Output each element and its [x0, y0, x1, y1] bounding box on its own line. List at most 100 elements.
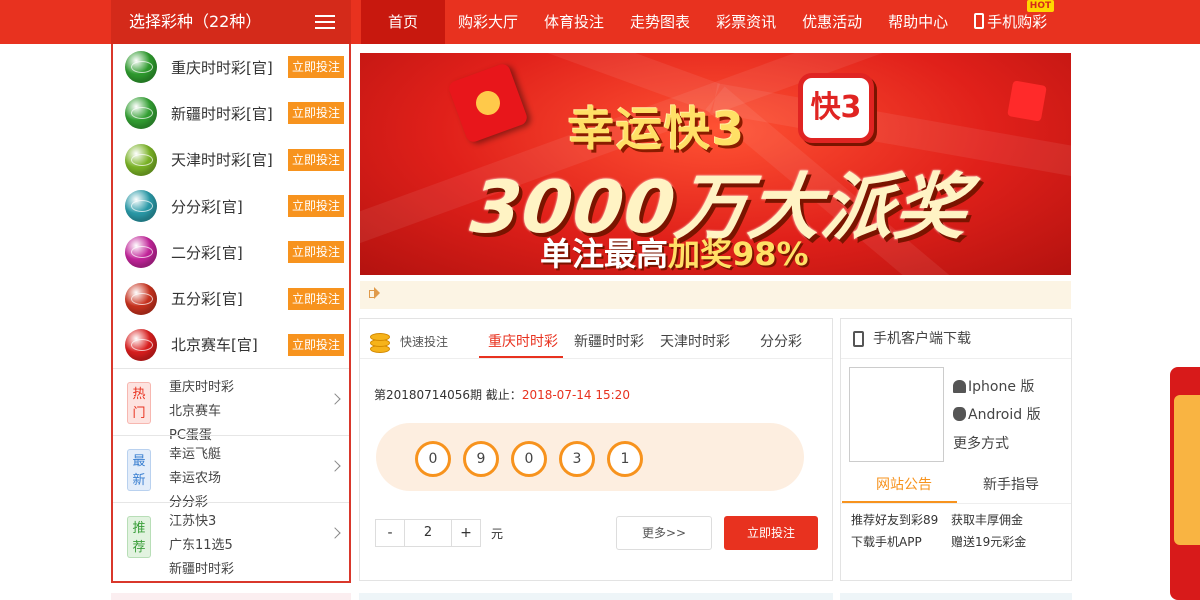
bet-now-button[interactable]: 立即投注	[287, 195, 344, 218]
bet-now-button[interactable]: 立即投注	[287, 287, 344, 310]
main-nav: 首页 购彩大厅 体育投注 走势图表 彩票资讯 优惠活动 帮助中心 手机购彩 HO…	[361, 0, 1060, 44]
deadline-time: 2018-07-14 15:20	[521, 388, 630, 402]
dice-logo-icon: 快3	[798, 73, 874, 143]
category-link[interactable]: 新疆时时彩	[169, 558, 255, 582]
category-tag: 热门	[127, 382, 151, 425]
red-envelope-icon	[446, 61, 530, 145]
lottery-logo-icon	[125, 51, 157, 84]
nav-lottery-hall[interactable]: 购彩大厅	[445, 0, 531, 44]
number-ball[interactable]: 1	[607, 441, 643, 477]
lottery-category-header[interactable]: 选择彩种（22种）	[111, 0, 351, 44]
category-link[interactable]: 幸运飞艇	[169, 443, 255, 467]
tab-beginner-guide[interactable]: 新手指导	[983, 474, 1039, 494]
more-download-link[interactable]: 更多方式	[953, 433, 1009, 453]
apple-icon	[953, 380, 966, 393]
notice-link[interactable]: 赠送19元彩金	[951, 533, 1026, 550]
bet-now-button[interactable]: 立即投注	[287, 56, 344, 79]
iphone-download-link[interactable]: Iphone 版	[953, 376, 1034, 396]
chevron-right-icon[interactable]	[329, 460, 341, 472]
nav-mobile-betting[interactable]: 手机购彩 HOT	[961, 0, 1060, 44]
notice-bar	[360, 281, 1071, 309]
category-link[interactable]: 重庆时时彩	[169, 376, 255, 400]
lottery-name: 北京赛车[官]	[171, 336, 258, 355]
lottery-logo-icon	[125, 97, 157, 130]
chevron-right-icon[interactable]	[329, 527, 341, 539]
category-row: 热门 重庆时时彩北京赛车PC蛋蛋	[113, 368, 349, 443]
mobile-download-title: 手机客户端下载	[873, 331, 971, 347]
tab-tianjin[interactable]: 天津时时彩	[660, 331, 730, 351]
lottery-name: 二分彩[官]	[171, 243, 243, 262]
chevron-right-icon[interactable]	[329, 393, 341, 405]
draw-period: 第20180714056期 截止：2018-07-14 15:20	[374, 388, 630, 402]
tab-xinjiang[interactable]: 新疆时时彩	[574, 331, 644, 351]
tab-fenfencai[interactable]: 分分彩	[760, 331, 802, 351]
bet-now-button[interactable]: 立即投注	[287, 148, 344, 171]
nav-lottery-news[interactable]: 彩票资讯	[703, 0, 789, 44]
qr-code	[849, 367, 944, 462]
mobile-download-header: 手机客户端下载	[841, 319, 1071, 359]
side-promo-ad[interactable]	[1170, 367, 1200, 600]
lottery-row[interactable]: 天津时时彩[官] 立即投注	[113, 137, 349, 183]
nav-trend-charts[interactable]: 走势图表	[617, 0, 703, 44]
mobile-phone-icon	[974, 13, 985, 29]
category-link[interactable]: 幸运农场	[169, 467, 255, 491]
bet-now-button[interactable]: 立即投注	[287, 102, 344, 125]
lottery-name: 分分彩[官]	[171, 197, 243, 216]
promo-banner[interactable]: 幸运快3 快3 3000万大派奖 单注最高加奖98% 1 2 3	[360, 53, 1071, 275]
nav-help-center[interactable]: 帮助中心	[875, 0, 961, 44]
lottery-logo-icon	[125, 143, 157, 176]
android-download-link[interactable]: Android 版	[953, 404, 1041, 424]
category-link[interactable]: 江苏快3	[169, 510, 255, 534]
quick-bet-label: 快速投注	[400, 335, 449, 349]
decrement-button[interactable]: -	[376, 520, 404, 546]
bet-now-button[interactable]: 立即投注	[287, 241, 344, 264]
category-links: 江苏快3广东11选5新疆时时彩	[169, 510, 329, 582]
multiplier-input[interactable]: 2	[404, 520, 452, 546]
red-envelope-icon	[1007, 80, 1047, 122]
notice-link[interactable]: 获取丰厚佣金	[951, 511, 1023, 528]
category-link[interactable]: 广东11选5	[169, 534, 255, 558]
lottery-row[interactable]: 二分彩[官] 立即投注	[113, 229, 349, 275]
tab-site-notice[interactable]: 网站公告	[876, 474, 932, 494]
number-ball[interactable]: 0	[415, 441, 451, 477]
lottery-name: 五分彩[官]	[171, 290, 243, 309]
bet-now-button[interactable]: 立即投注	[287, 333, 344, 356]
nav-home[interactable]: 首页	[361, 0, 446, 44]
category-tag: 推荐	[127, 516, 151, 559]
lottery-logo-icon	[125, 236, 157, 269]
notice-link[interactable]: 下载手机APP	[851, 533, 922, 550]
lottery-logo-icon	[125, 190, 157, 223]
number-ball[interactable]: 0	[511, 441, 547, 477]
lottery-row[interactable]: 北京赛车[官] 立即投注	[113, 322, 349, 368]
category-list: 热门 重庆时时彩北京赛车PC蛋蛋 最新 幸运飞艇幸运农场分分彩 推荐 江苏快3广东11选5…	[113, 368, 349, 577]
category-row: 推荐 江苏快3广东11选5新疆时时彩	[113, 502, 349, 577]
nav-promotions[interactable]: 优惠活动	[789, 0, 875, 44]
more-button[interactable]: 更多>>	[616, 516, 712, 550]
nav-sports-betting[interactable]: 体育投注	[531, 0, 617, 44]
tab-chongqing[interactable]: 重庆时时彩	[488, 331, 558, 351]
lottery-sidebar: 重庆时时彩[官] 立即投注 新疆时时彩[官] 立即投注 天津时时彩[官] 立即投注 分分彩[…	[111, 44, 351, 583]
number-ball[interactable]: 9	[463, 441, 499, 477]
category-link[interactable]: 北京赛车	[169, 400, 255, 424]
lottery-category-title: 选择彩种（22种）	[129, 12, 262, 31]
lottery-logo-icon	[125, 282, 157, 315]
speaker-icon	[369, 287, 380, 299]
notice-link[interactable]: 推荐好友到彩89	[851, 511, 938, 528]
multiplier-stepper: - 2 +	[375, 519, 481, 547]
top-bar: 选择彩种（22种） 首页 购彩大厅 体育投注 走势图表 彩票资讯 优惠活动 帮助…	[0, 0, 1200, 44]
lottery-row[interactable]: 重庆时时彩[官] 立即投注	[113, 44, 349, 90]
lottery-logo-icon	[125, 328, 157, 361]
increment-button[interactable]: +	[452, 520, 480, 546]
coins-icon	[370, 329, 390, 353]
category-tag: 最新	[127, 449, 151, 492]
mobile-download-panel: 手机客户端下载 Iphone 版 Android 版 更多方式 网站公告 新手指…	[840, 318, 1072, 581]
lottery-row[interactable]: 五分彩[官] 立即投注	[113, 275, 349, 321]
android-icon	[953, 407, 966, 421]
lottery-name: 新疆时时彩[官]	[171, 104, 273, 123]
quick-bet-panel: 快速投注 重庆时时彩 新疆时时彩 天津时时彩 分分彩 第20180714056期…	[359, 318, 833, 581]
bet-now-button[interactable]: 立即投注	[724, 516, 818, 550]
lottery-row[interactable]: 新疆时时彩[官] 立即投注	[113, 90, 349, 136]
lottery-row[interactable]: 分分彩[官] 立即投注	[113, 183, 349, 229]
menu-icon[interactable]	[315, 15, 335, 29]
number-ball[interactable]: 3	[559, 441, 595, 477]
